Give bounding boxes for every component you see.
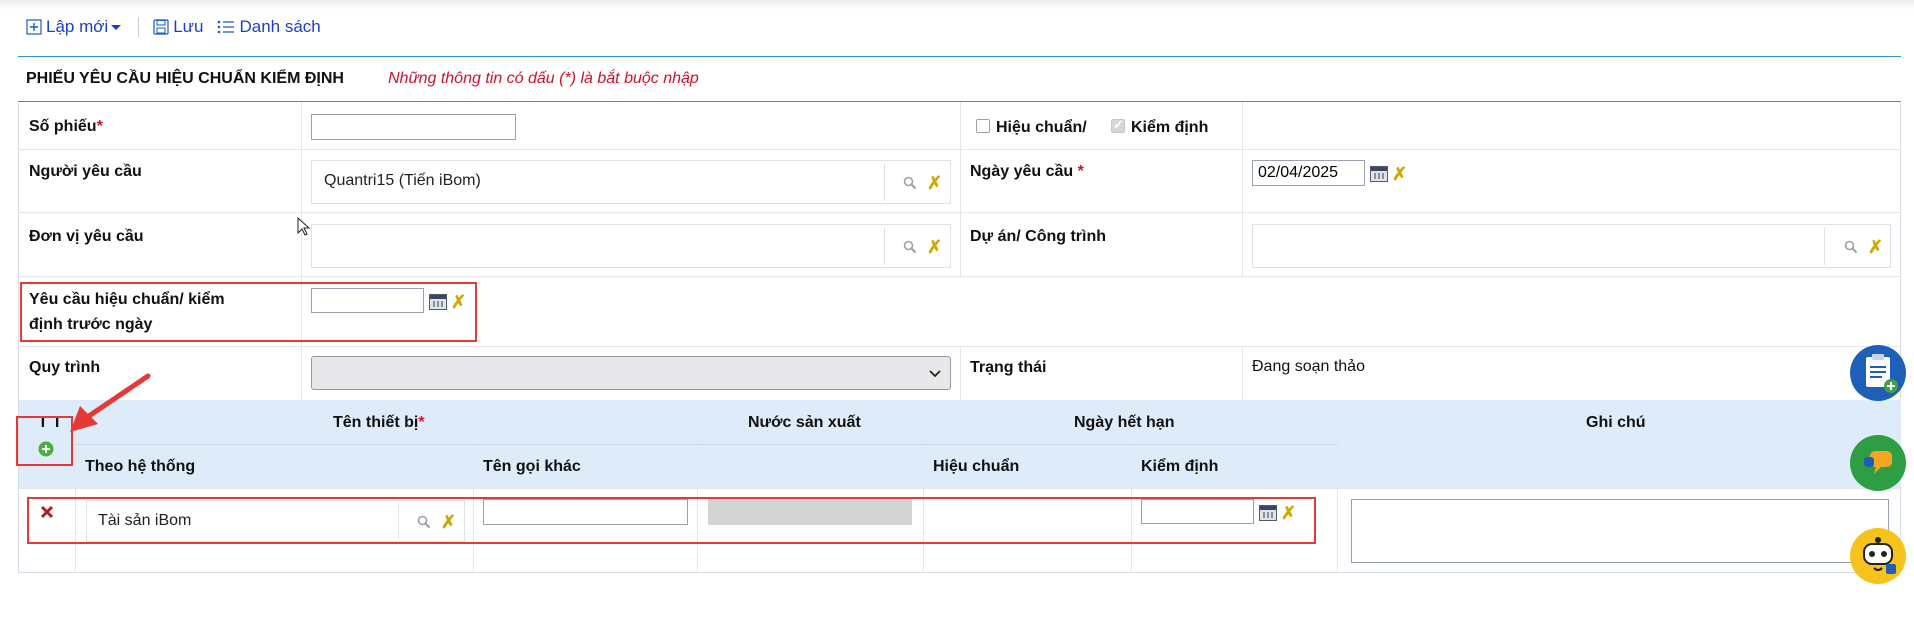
chat-icon [1864,451,1892,474]
row-divider [19,488,1901,489]
clear-icon[interactable]: ✗ [927,174,942,192]
top-shadow [0,0,1914,10]
clear-icon[interactable]: ✗ [1868,238,1883,256]
col-divider [923,400,924,573]
list-button-label: Danh sách [239,17,321,36]
chevron-down-icon [929,370,941,378]
kiem-dinh-checkbox[interactable] [1111,117,1125,133]
trang-thai-label: Trạng thái [970,359,1047,376]
chat-fab[interactable] [1850,435,1906,491]
plus-square-icon [26,19,42,35]
trang-thai-value: Đang soạn thảo [1252,358,1365,375]
save-icon [153,19,169,35]
list-button[interactable]: Danh sách [217,17,321,37]
don-vi-yeu-cau-combo[interactable]: ✗ [311,224,951,268]
so-phieu-input[interactable] [311,114,516,140]
form-title: PHIẾU YÊU CẦU HIỆU CHUẨN KIỂM ĐỊNH [26,70,344,87]
col-divider [960,102,961,276]
search-icon[interactable] [1844,240,1858,254]
du-an-label: Dự án/ Công trình [970,228,1107,245]
so-phieu-label: Số phiếu* [29,118,103,135]
search-icon[interactable] [903,240,917,254]
col-divider [1242,346,1243,400]
ngay-yeu-cau-label: Ngày yêu cầu * [970,163,1084,180]
pointer-arrow-icon [70,373,151,432]
subcol-ten-goi-khac: Tên gọi khác [483,458,581,475]
quy-trinh-select[interactable] [311,356,951,390]
hieu-chuan-checkbox[interactable] [976,119,990,133]
search-icon[interactable] [903,176,917,190]
highlight-box [20,282,477,342]
save-button[interactable]: Lưu [153,17,203,37]
subcol-hieu-chuan: Hiệu chuẩn [933,458,1020,475]
new-button-label: Lập mới [46,17,109,36]
combo-divider [884,163,885,201]
save-button-label: Lưu [173,17,204,36]
list-icon [218,20,235,34]
du-an-combo[interactable]: ✗ [1252,224,1891,268]
highlight-box [27,497,1316,544]
subcol-kiem-dinh: Kiểm định [1141,458,1219,475]
required-note: Những thông tin có dấu (*) là bắt buộc n… [388,70,699,87]
ngay-yeu-cau-input[interactable] [1252,160,1365,186]
hieu-chuan-label: Hiệu chuẩn/ [996,119,1087,136]
kiem-dinh-label: Kiểm định [1131,119,1209,136]
header-divider [76,444,1337,445]
col-divider [301,102,302,400]
subcol-theo-he-thong: Theo hệ thống [85,458,196,475]
don-vi-yeu-cau-label: Đơn vị yêu cầu [29,228,144,245]
nguoi-yeu-cau-combo[interactable]: Quantri15 (Tiến iBom) ✗ [311,160,951,204]
col-divider [1242,102,1243,276]
clear-icon[interactable]: ✗ [1392,165,1407,183]
ghi-chu-textarea[interactable] [1351,499,1889,563]
nguoi-yeu-cau-label: Người yêu cầu [29,163,142,180]
toolbar: Lập mới Lưu Danh sách [26,14,321,40]
new-button[interactable]: Lập mới [26,17,126,37]
clipboard-add-icon [1866,354,1898,393]
col-divider [697,400,698,573]
toolbar-divider [138,17,140,37]
robot-icon [1863,537,1896,574]
highlight-box [16,416,73,466]
mouse-cursor-icon [297,217,311,236]
combo-divider [884,227,885,265]
col-nuoc-san-xuat: Nước sản xuất [748,414,861,431]
new-document-fab[interactable] [1850,345,1906,401]
col-ten-thiet-bi: Tên thiết bị* [333,414,425,431]
combo-divider [1824,227,1825,265]
col-divider [960,346,961,400]
caret-down-icon [111,25,122,30]
clear-icon[interactable]: ✗ [927,238,942,256]
calendar-icon[interactable] [1370,166,1388,182]
toolbar-divider-line [18,56,1901,57]
col-ghi-chu: Ghi chú [1586,414,1646,431]
nguoi-yeu-cau-value: Quantri15 (Tiến iBom) [324,172,481,189]
robot-assistant-fab[interactable] [1850,528,1906,584]
col-ngay-het-han: Ngày hết hạn [1074,414,1175,431]
col-divider [1337,400,1338,573]
